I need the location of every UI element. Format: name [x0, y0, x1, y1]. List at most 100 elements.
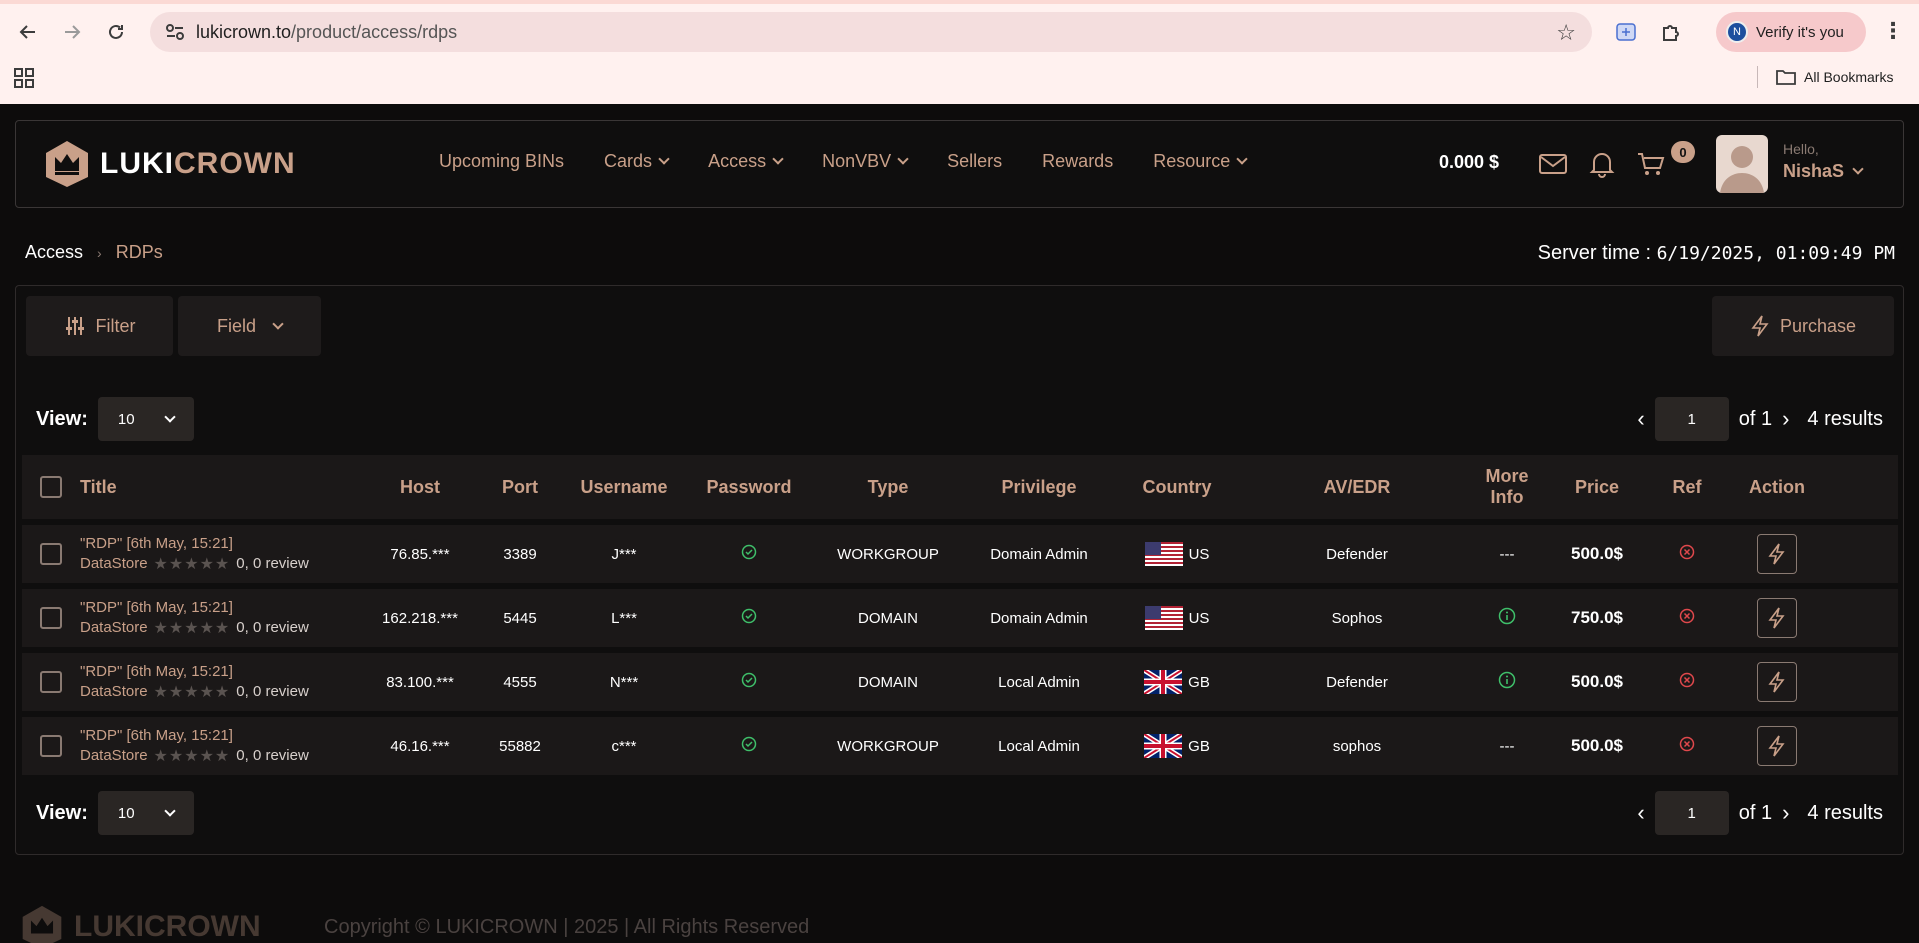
col-av-edr[interactable]: AV/EDR — [1242, 477, 1472, 498]
row-checkbox[interactable] — [40, 607, 62, 629]
view-size-bottom: View: 10 — [36, 791, 194, 835]
seller-link[interactable]: DataStore — [80, 683, 148, 700]
page-size-select[interactable]: 10 — [97, 397, 194, 441]
view-label: View: — [36, 407, 88, 430]
buy-now-button[interactable] — [1757, 726, 1797, 766]
nav-nonvbv[interactable]: NonVBV — [822, 151, 909, 172]
row-title[interactable]: "RDP" [6th May, 15:21] — [80, 535, 360, 552]
filter-label: Filter — [95, 315, 136, 336]
page-size-select[interactable]: 10 — [97, 791, 194, 835]
col-title[interactable]: Title — [80, 477, 360, 498]
seller-link[interactable]: DataStore — [80, 619, 148, 636]
price: 750.0$ — [1571, 608, 1623, 627]
breadcrumb-access[interactable]: Access — [25, 242, 83, 263]
buy-now-button[interactable] — [1757, 662, 1797, 702]
breadcrumb: Access › RDPs — [25, 242, 163, 263]
forward-button[interactable] — [56, 16, 88, 48]
buy-now-button[interactable] — [1757, 598, 1797, 638]
row-title[interactable]: "RDP" [6th May, 15:21] — [80, 663, 360, 680]
row-checkbox[interactable] — [40, 735, 62, 757]
extensions-puzzle-icon[interactable] — [1657, 18, 1685, 46]
bookmark-star-icon[interactable]: ☆ — [1556, 20, 1576, 46]
breadcrumb-separator: › — [97, 244, 102, 261]
rating-stars-icon: ★★★★★ — [153, 555, 231, 573]
mail-icon[interactable] — [1538, 149, 1568, 179]
footer-logo: LUKICROWN — [20, 904, 261, 943]
av-edr: Sophos — [1331, 609, 1383, 627]
back-button[interactable] — [12, 16, 44, 48]
nav-cards[interactable]: Cards — [604, 151, 670, 172]
url-text[interactable]: lukicrown.to/product/access/rdps — [196, 22, 457, 43]
privilege: Domain Admin — [990, 609, 1088, 627]
site-info-icon[interactable] — [164, 21, 186, 43]
purchase-button[interactable]: Purchase — [1712, 296, 1894, 356]
row-title[interactable]: "RDP" [6th May, 15:21] — [80, 727, 360, 744]
col-username[interactable]: Username — [560, 477, 688, 498]
apps-grid-icon[interactable] — [14, 68, 34, 88]
lightning-icon — [1768, 543, 1785, 565]
col-password[interactable]: Password — [688, 477, 810, 498]
reload-button[interactable] — [100, 16, 132, 48]
row-title[interactable]: "RDP" [6th May, 15:21] — [80, 599, 360, 616]
prev-page-icon[interactable]: ‹ — [1637, 406, 1644, 432]
port: 5445 — [503, 609, 537, 627]
action-cell — [1722, 534, 1832, 574]
col-type[interactable]: Type — [810, 477, 966, 498]
nav-access[interactable]: Access — [708, 151, 784, 172]
host: 46.16.*** — [390, 737, 450, 755]
ref-cell — [1652, 672, 1722, 692]
more-info[interactable] — [1472, 671, 1542, 693]
nav-sellers[interactable]: Sellers — [947, 151, 1002, 172]
balance[interactable]: 0.000 $ — [1439, 152, 1499, 173]
chevron-down-icon — [164, 410, 176, 423]
table-header: Title Host Port Username Password Type P… — [22, 455, 1898, 519]
review-count: 0, 0 review — [236, 683, 309, 700]
buy-now-button[interactable] — [1757, 534, 1797, 574]
field-dropdown[interactable]: Field — [178, 296, 321, 356]
copyright: Copyright © LUKICROWN | 2025 | All Right… — [324, 916, 810, 938]
address-bar[interactable]: lukicrown.to/product/access/rdps ☆ — [150, 12, 1592, 52]
seller-link[interactable]: DataStore — [80, 747, 148, 764]
rdp-table: Title Host Port Username Password Type P… — [22, 455, 1898, 775]
col-port[interactable]: Port — [480, 477, 560, 498]
next-page-icon[interactable]: › — [1782, 406, 1789, 432]
nav-resource[interactable]: Resource — [1153, 151, 1248, 172]
more-info[interactable] — [1472, 607, 1542, 629]
port: 4555 — [503, 673, 537, 691]
type: DOMAIN — [858, 609, 918, 627]
user-avatar[interactable] — [1716, 135, 1768, 193]
port: 55882 — [499, 737, 541, 755]
browser-menu-icon[interactable]: ⋮ — [1882, 18, 1904, 44]
next-page-icon[interactable]: › — [1782, 800, 1789, 826]
username-masked: J*** — [611, 545, 637, 563]
av-edr: Defender — [1326, 673, 1388, 691]
x-circle-icon — [1679, 736, 1695, 752]
prev-page-icon[interactable]: ‹ — [1637, 800, 1644, 826]
row-checkbox[interactable] — [40, 671, 62, 693]
user-menu[interactable]: NishaS — [1783, 161, 1864, 182]
row-checkbox[interactable] — [40, 543, 62, 565]
seller-link[interactable]: DataStore — [80, 555, 148, 572]
nav-label: Cards — [604, 151, 653, 171]
page-input[interactable]: 1 — [1654, 397, 1729, 441]
nav-rewards[interactable]: Rewards — [1042, 151, 1113, 172]
select-all-checkbox[interactable] — [40, 476, 62, 498]
all-bookmarks-button[interactable]: All Bookmarks — [1776, 68, 1893, 86]
profile-verify-button[interactable]: N Verify it's you — [1716, 12, 1866, 52]
col-host[interactable]: Host — [360, 477, 480, 498]
chevron-down-icon — [1236, 153, 1248, 165]
col-country[interactable]: Country — [1112, 477, 1242, 498]
url-host: lukicrown.to — [196, 22, 292, 42]
col-action: Action — [1749, 476, 1805, 497]
cart-icon[interactable] — [1636, 149, 1666, 179]
nav-upcoming-bins[interactable]: Upcoming BINs — [439, 151, 564, 172]
table-row: "RDP" [6th May, 15:21] DataStore ★★★★★ 0, … — [22, 589, 1898, 647]
footer-logo-text: LUKICROWN — [74, 910, 261, 943]
extension-icon[interactable] — [1612, 18, 1640, 46]
page-input[interactable]: 1 — [1654, 791, 1729, 835]
filter-button[interactable]: Filter — [26, 296, 173, 356]
col-price[interactable]: Price — [1542, 477, 1652, 498]
bell-icon[interactable] — [1587, 149, 1617, 179]
site-logo[interactable]: LUKICROWN — [44, 139, 296, 189]
col-privilege[interactable]: Privilege — [966, 477, 1112, 498]
